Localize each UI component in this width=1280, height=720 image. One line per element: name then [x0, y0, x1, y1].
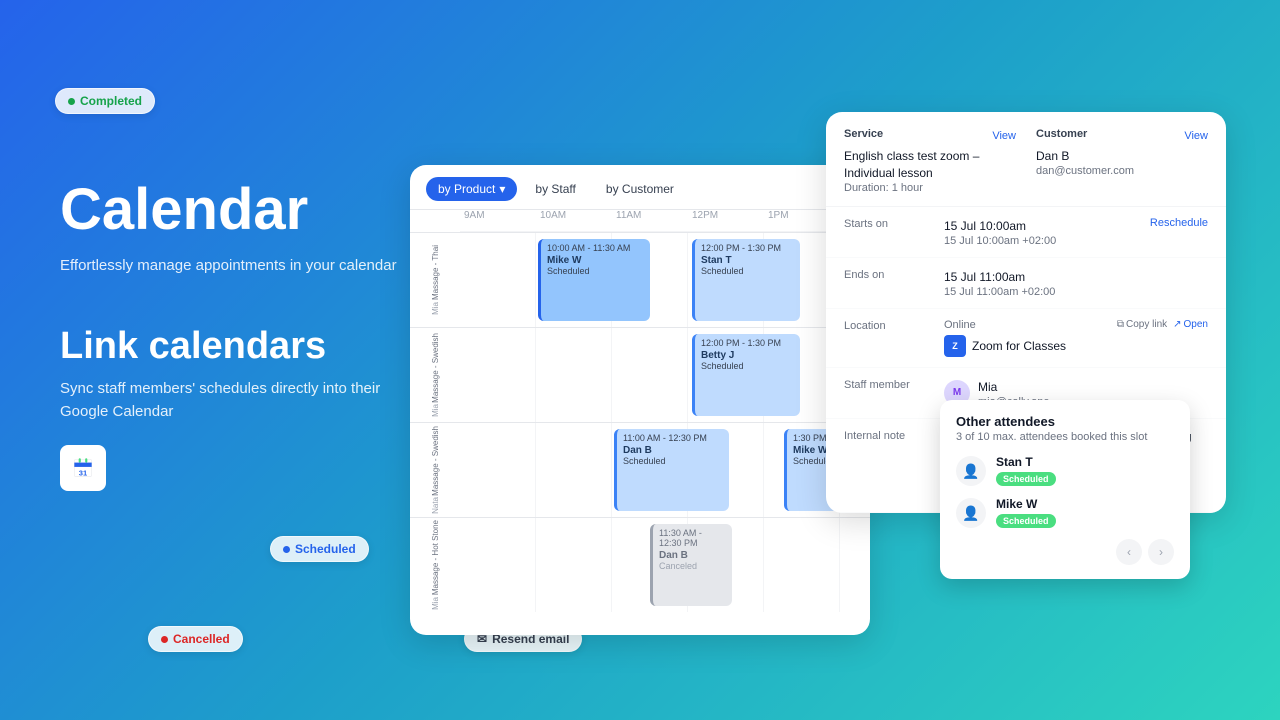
- attendee-item-stan: 👤 Stan T Scheduled: [956, 455, 1174, 487]
- staff-labels-column: Massage - Thai Mia Massage - Swedish Mia…: [410, 210, 460, 634]
- attendee-avatar-stan: 👤: [956, 456, 986, 486]
- reschedule-button[interactable]: Reschedule: [1150, 217, 1208, 229]
- detail-location-row: Location Online Z Zoom for Classes ⧉ Cop…: [826, 309, 1226, 368]
- staff-label: Staff member: [844, 378, 934, 391]
- hero-subtitle: Effortlessly manage appointments in your…: [60, 255, 400, 278]
- appt-betty-j-swedish[interactable]: 12:00 PM - 1:30 PM Betty J Scheduled: [692, 334, 800, 416]
- tab-by-product[interactable]: by Product ▾: [426, 177, 517, 201]
- staff-label-swedish-nata: Massage - Swedish Nata: [410, 422, 460, 517]
- detail-header: Service View English class test zoom – I…: [826, 112, 1226, 207]
- zoom-icon: Z: [944, 335, 966, 357]
- completed-dot: [68, 98, 75, 105]
- service-label: Service: [844, 128, 883, 140]
- tab-by-customer[interactable]: by Customer: [594, 177, 686, 201]
- attendee-name-stan: Stan T: [996, 455, 1056, 469]
- time-headers: 9AM 10AM 11AM 12PM 1PM 2PM: [460, 210, 870, 232]
- service-view-link[interactable]: View: [992, 130, 1016, 142]
- staff-label-hotstone-mia: Massage - Hot Stone Mia: [410, 517, 460, 612]
- attendees-count: 3 of 10 max. attendees booked this slot: [956, 431, 1174, 443]
- grid-row-3: 11:00 AM - 12:30 PM Dan B Scheduled 1:30…: [460, 422, 870, 517]
- attendees-popup: Other attendees 3 of 10 max. attendees b…: [940, 400, 1190, 579]
- attendees-title: Other attendees: [956, 414, 1174, 429]
- starts-date: 15 Jul 10:00am: [944, 217, 1140, 235]
- detail-service: Service View English class test zoom – I…: [844, 128, 1016, 194]
- chevron-down-icon: ▾: [499, 182, 505, 196]
- attendee-name-mike: Mike W: [996, 497, 1056, 511]
- link-calendars-title: Link calendars: [60, 325, 400, 368]
- staff-label-thai-mia: Massage - Thai Mia: [410, 232, 460, 327]
- google-calendar-icon: 31: [60, 445, 106, 491]
- ends-date: 15 Jul 11:00am: [944, 268, 1208, 286]
- tab-by-staff[interactable]: by Staff: [523, 177, 587, 201]
- hero-section: Calendar Effortlessly manage appointment…: [60, 180, 400, 491]
- customer-label: Customer: [1036, 128, 1087, 140]
- appt-mike-w-thai[interactable]: 10:00 AM - 11:30 AM Mike W Scheduled: [538, 239, 650, 321]
- external-link-icon: ↗: [1173, 319, 1181, 330]
- attendee-item-mike: 👤 Mike W Scheduled: [956, 497, 1174, 529]
- calendar-grid: Massage - Thai Mia Massage - Swedish Mia…: [410, 210, 870, 634]
- detail-starts-row: Starts on 15 Jul 10:00am 15 Jul 10:00am …: [826, 207, 1226, 258]
- detail-customer: Customer View Dan B dan@customer.com: [1036, 128, 1208, 194]
- completed-badge: Completed: [55, 88, 155, 114]
- attendee-status-stan: Scheduled: [996, 472, 1056, 486]
- service-duration: Duration: 1 hour: [844, 182, 1016, 194]
- attendees-pagination: ‹ ›: [956, 539, 1174, 565]
- calendar-body: 9AM 10AM 11AM 12PM 1PM 2PM 10:00 AM - 11…: [460, 210, 870, 634]
- customer-email: dan@customer.com: [1036, 165, 1208, 177]
- note-label: Internal note: [844, 429, 934, 442]
- location-type: Online: [944, 319, 1107, 331]
- grid-row-4: 11:30 AM - 12:30 PM Dan B Canceled: [460, 517, 870, 612]
- ends-label: Ends on: [844, 268, 934, 281]
- attendee-avatar-mike: 👤: [956, 498, 986, 528]
- calendar-card: by Product ▾ by Staff by Customer Massag…: [410, 165, 870, 635]
- attendees-next-button[interactable]: ›: [1148, 539, 1174, 565]
- location-name: Zoom for Classes: [972, 337, 1107, 355]
- grid-row-1: 10:00 AM - 11:30 AM Mike W Scheduled 12:…: [460, 232, 870, 327]
- svg-text:31: 31: [79, 469, 87, 478]
- appt-stan-t-thai[interactable]: 12:00 PM - 1:30 PM Stan T Scheduled: [692, 239, 800, 321]
- scheduled-label: Scheduled: [295, 542, 356, 556]
- copy-icon: ⧉: [1117, 319, 1124, 330]
- scheduled-badge: Scheduled: [270, 536, 369, 562]
- service-name: English class test zoom – Individual les…: [844, 148, 1016, 182]
- completed-label: Completed: [80, 94, 142, 108]
- customer-view-link[interactable]: View: [1184, 130, 1208, 142]
- hero-title: Calendar: [60, 180, 400, 241]
- cancelled-label: Cancelled: [173, 632, 230, 646]
- staff-label-swedish-mia: Massage - Swedish Mia: [410, 327, 460, 422]
- staff-name: Mia: [978, 378, 1050, 396]
- appt-dan-b-hotstone-cancelled[interactable]: 11:30 AM - 12:30 PM Dan B Canceled: [650, 524, 732, 606]
- grid-row-2: 12:00 PM - 1:30 PM Betty J Scheduled: [460, 327, 870, 422]
- attendee-status-mike: Scheduled: [996, 514, 1056, 528]
- location-label: Location: [844, 319, 934, 332]
- detail-ends-row: Ends on 15 Jul 11:00am 15 Jul 11:00am +0…: [826, 258, 1226, 309]
- copy-link-button[interactable]: ⧉ Copy link: [1117, 319, 1167, 330]
- attendees-prev-button[interactable]: ‹: [1116, 539, 1142, 565]
- ends-tz: 15 Jul 11:00am +02:00: [944, 286, 1208, 298]
- cancelled-badge: Cancelled: [148, 626, 243, 652]
- customer-name: Dan B: [1036, 148, 1208, 165]
- open-link-button[interactable]: ↗ Open: [1173, 319, 1208, 330]
- link-calendars-sub: Sync staff members' schedules directly i…: [60, 378, 400, 423]
- calendar-tabs: by Product ▾ by Staff by Customer: [410, 165, 870, 210]
- cancelled-dot: [161, 636, 168, 643]
- scheduled-dot: [283, 546, 290, 553]
- starts-label: Starts on: [844, 217, 934, 230]
- starts-tz: 15 Jul 10:00am +02:00: [944, 235, 1140, 247]
- appt-dan-b-nata[interactable]: 11:00 AM - 12:30 PM Dan B Scheduled: [614, 429, 729, 511]
